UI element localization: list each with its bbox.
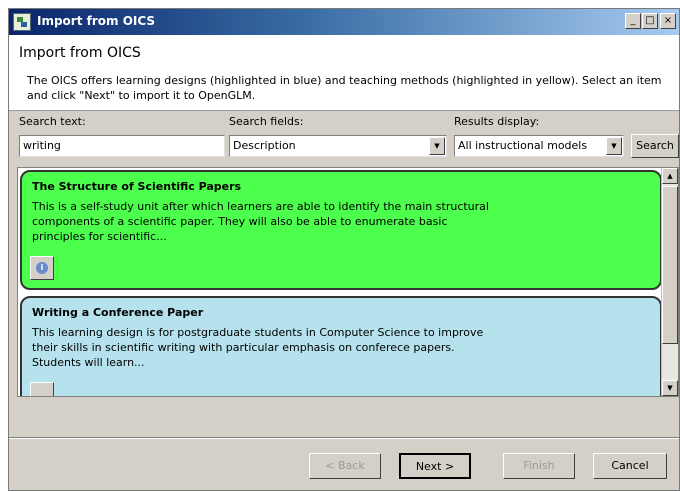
results-list: The Structure of Scientific Papers This … <box>17 167 679 397</box>
app-icon <box>13 13 31 31</box>
results-display-value: All instructional models <box>458 139 588 152</box>
chevron-down-icon[interactable]: ▼ <box>606 137 622 155</box>
finish-button[interactable]: Finish <box>503 453 575 479</box>
search-fields-select[interactable]: Description ▼ <box>229 135 447 157</box>
search-button[interactable]: Search <box>631 134 679 158</box>
result-description: This is a self-study unit after which le… <box>32 200 489 243</box>
result-description: This learning design is for postgraduate… <box>32 326 484 369</box>
vertical-scrollbar[interactable]: ▲ ▼ <box>661 168 678 396</box>
scroll-down-arrow-icon[interactable]: ▼ <box>662 380 678 396</box>
page-title: Import from OICS <box>19 45 141 61</box>
search-fields-value: Description <box>233 139 296 152</box>
cancel-button[interactable]: Cancel <box>593 453 667 479</box>
footer-separator <box>9 437 679 439</box>
scroll-up-arrow-icon[interactable]: ▲ <box>662 168 678 184</box>
maximize-button[interactable]: □ <box>642 13 658 29</box>
search-input[interactable]: writing <box>19 135 225 157</box>
title-bar: Import from OICS _ □ × <box>9 9 679 35</box>
import-dialog: Import from OICS _ □ × Import from OICS … <box>8 8 680 491</box>
window-title: Import from OICS <box>37 14 156 28</box>
info-button[interactable] <box>30 382 54 396</box>
search-text-label: Search text: <box>19 115 86 128</box>
chevron-down-icon[interactable]: ▼ <box>429 137 445 155</box>
scrollbar-thumb[interactable] <box>662 186 678 344</box>
page-description: The OICS offers learning designs (highli… <box>27 74 662 102</box>
result-title: The Structure of Scientific Papers <box>32 180 242 193</box>
back-button[interactable]: < Back <box>309 453 381 479</box>
result-card[interactable]: The Structure of Scientific Papers This … <box>20 170 662 290</box>
results-display-select[interactable]: All instructional models ▼ <box>454 135 624 157</box>
result-title: Writing a Conference Paper <box>32 306 204 319</box>
search-fields-label: Search fields: <box>229 115 304 128</box>
results-display-label: Results display: <box>454 115 540 128</box>
info-button[interactable]: i <box>30 256 54 280</box>
next-button[interactable]: Next > <box>399 453 471 479</box>
wizard-header: Import from OICS The OICS offers learnin… <box>9 35 679 111</box>
minimize-button[interactable]: _ <box>625 13 641 29</box>
info-icon: i <box>36 262 48 274</box>
result-card[interactable]: Writing a Conference Paper This learning… <box>20 296 662 396</box>
close-button[interactable]: × <box>660 13 676 29</box>
